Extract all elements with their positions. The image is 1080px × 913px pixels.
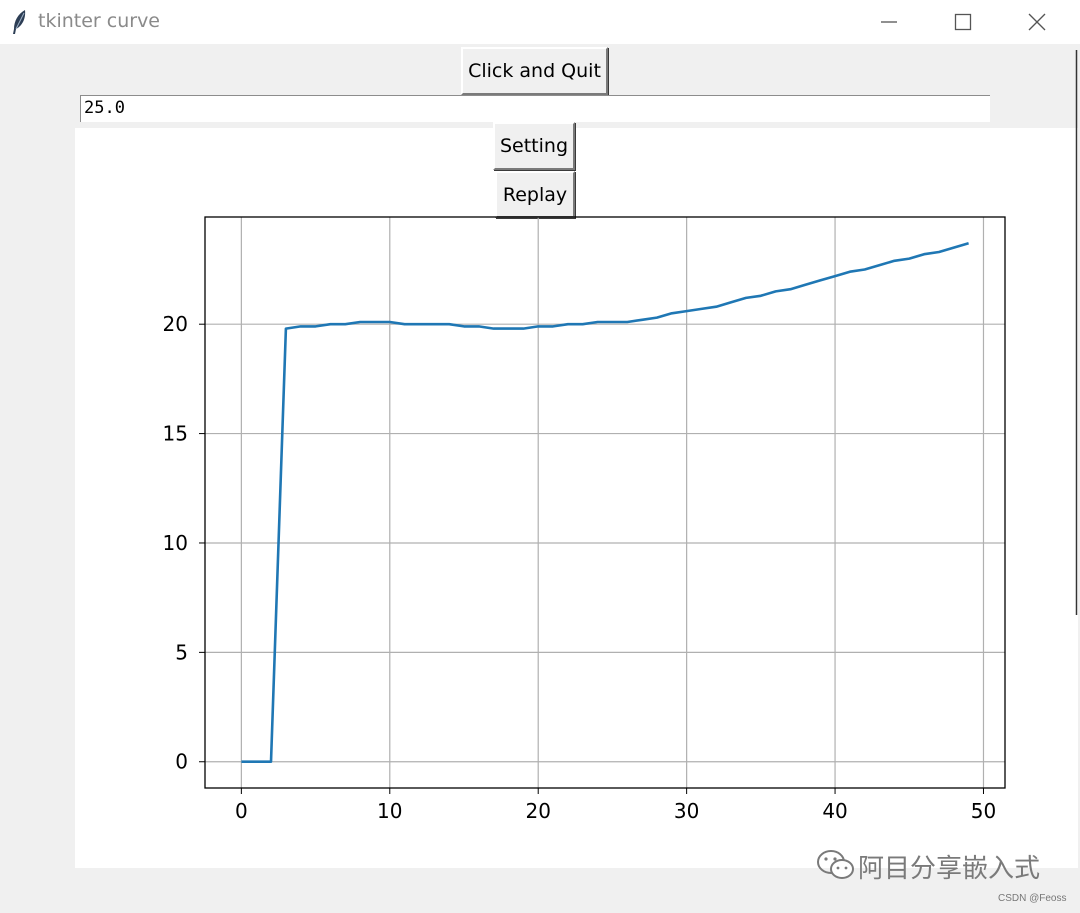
y-tick-label: 15 <box>163 422 188 446</box>
wechat-icon <box>817 850 854 879</box>
y-tick-label: 20 <box>163 312 188 336</box>
plot-frame <box>204 216 1006 789</box>
x-tick-label: 30 <box>674 799 699 823</box>
x-tick-label: 10 <box>377 799 402 823</box>
credit-text: CSDN @Feoss <box>998 893 1067 904</box>
x-tick-label: 20 <box>525 799 550 823</box>
x-tick-label: 40 <box>822 799 847 823</box>
y-tick-label: 5 <box>175 640 188 664</box>
window-edge <box>1075 50 1078 615</box>
y-tick-label: 0 <box>175 750 188 774</box>
series-line <box>241 242 969 764</box>
line-chart: 0 10 20 30 40 50 0 5 10 15 20 <box>163 216 1006 823</box>
x-tick-label: 0 <box>235 799 248 823</box>
y-tick-label: 10 <box>163 531 188 555</box>
watermark-text: 阿目分享嵌入式 <box>858 854 1041 884</box>
x-tick-label: 50 <box>971 799 996 823</box>
